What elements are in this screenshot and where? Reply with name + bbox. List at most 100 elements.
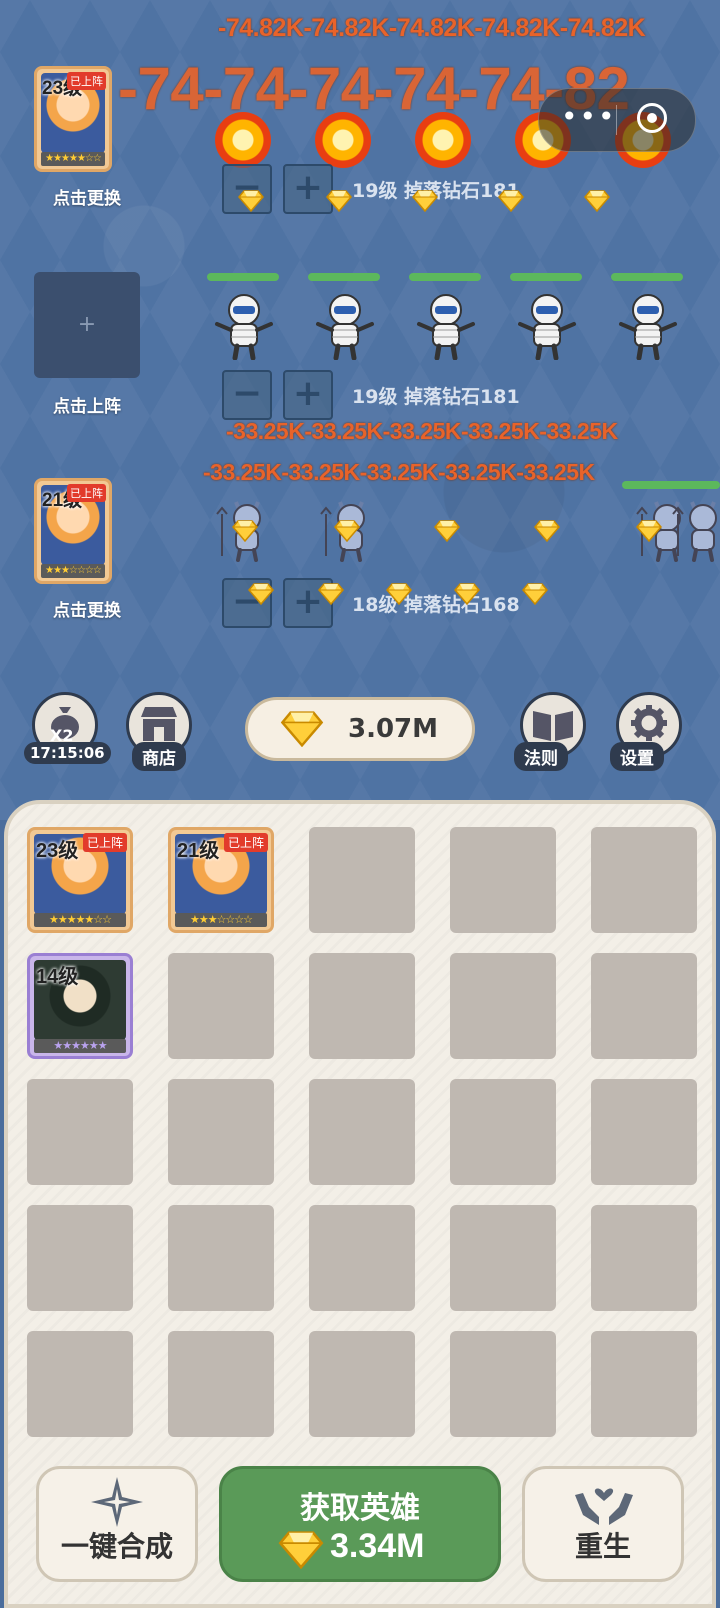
inventory-slot[interactable] (450, 953, 556, 1059)
inventory-slot[interactable] (309, 953, 415, 1059)
diamond-icon (326, 190, 352, 212)
hero-level: 23级 (36, 840, 79, 862)
diamond-icon (232, 520, 258, 542)
fire-effect (215, 112, 271, 168)
hero-stars: ★★★☆☆☆☆ (41, 564, 105, 578)
inventory-slot[interactable] (591, 827, 697, 933)
fire-effect (315, 112, 371, 168)
inventory-slot[interactable] (591, 953, 697, 1059)
hero-level: 21级 (177, 840, 220, 862)
mummy-enemy (613, 290, 683, 360)
hero-stars: ★★★☆☆☆☆ (175, 913, 267, 927)
enemy-hp-bar (207, 273, 279, 281)
diamond-icon (248, 583, 274, 605)
diamond-icon (386, 583, 412, 605)
mummy-enemy (512, 290, 582, 360)
inventory-slot[interactable] (168, 1079, 274, 1185)
gem-amount: 3.07M (348, 714, 439, 744)
get-hero-cost: 3.34M (330, 1527, 425, 1565)
enemy-hp-bar (510, 273, 582, 281)
deployed-tag: 已上阵 (82, 833, 127, 852)
lane-info: 19级 掉落钻石181 (352, 386, 520, 408)
enemy-hp-bar (409, 273, 481, 281)
inventory-slot[interactable] (309, 1205, 415, 1311)
inventory-slot[interactable] (27, 1205, 133, 1311)
hero-stars: ★★★★★☆☆ (34, 913, 126, 927)
inventory-slot[interactable] (309, 1331, 415, 1437)
demon-enemy (668, 494, 720, 564)
inventory-hero-card[interactable]: 21级 已上阵 ★★★☆☆☆☆ (168, 827, 274, 933)
inventory-slot[interactable] (450, 827, 556, 933)
enemy-hp-bar (308, 273, 380, 281)
rebirth-button[interactable]: 重生 (522, 1466, 684, 1582)
damage-numbers-mid: -33.25K-33.25K-33.25K-33.25K-33.25K (203, 459, 595, 485)
diamond-icon (454, 583, 480, 605)
inventory-slot[interactable] (168, 1331, 274, 1437)
inventory-slot[interactable] (309, 827, 415, 933)
empty-hero-slot[interactable]: + (34, 272, 140, 378)
inventory-slot[interactable] (450, 1331, 556, 1437)
change-hero-label[interactable]: 点击更换 (32, 184, 142, 209)
diamond-icon (584, 190, 610, 212)
diamond-icon (636, 520, 662, 542)
shop-icon (141, 707, 177, 741)
inventory-slot[interactable] (309, 1079, 415, 1185)
deployed-tag: 已上阵 (67, 72, 106, 90)
deployed-tag: 已上阵 (223, 833, 268, 852)
mummy-enemy (310, 290, 380, 360)
book-icon (533, 711, 573, 741)
inventory-slot[interactable] (591, 1331, 697, 1437)
inventory-slot[interactable] (168, 1205, 274, 1311)
rules-label[interactable]: 法则 (514, 742, 568, 771)
diamond-icon (278, 1531, 324, 1569)
hero-stars: ★★★★★☆☆ (41, 152, 105, 166)
auto-merge-button[interactable]: 一键合成 (36, 1466, 198, 1582)
inventory-slot[interactable] (591, 1079, 697, 1185)
diamond-icon (412, 190, 438, 212)
mini-program-menu[interactable]: ••• (538, 88, 696, 152)
get-hero-label: 获取英雄 (300, 1491, 420, 1526)
inventory-slot[interactable] (591, 1205, 697, 1311)
inventory-slot[interactable] (27, 1079, 133, 1185)
inventory-slot[interactable] (450, 1079, 556, 1185)
timer-label: 17:15:06 (24, 742, 111, 764)
change-hero-label[interactable]: 点击更换 (32, 596, 142, 621)
fire-effect (415, 112, 471, 168)
hero-slot-1[interactable]: 23级 已上阵 ★★★★★☆☆ (34, 66, 112, 172)
lane-info: 18级 掉落钻石168 (352, 594, 520, 616)
diamond-icon (318, 583, 344, 605)
rebirth-label: 重生 (574, 1530, 631, 1563)
auto-merge-label: 一键合成 (60, 1530, 173, 1563)
shop-label[interactable]: 商店 (132, 742, 186, 771)
inventory-slot[interactable] (450, 1205, 556, 1311)
hero-stars: ★★★★★★ (34, 1039, 126, 1053)
damage-numbers-mid: -33.25K-33.25K-33.25K-33.25K-33.25K (226, 418, 618, 444)
diamond-icon (534, 520, 560, 542)
deploy-hero-label[interactable]: 点击上阵 (32, 392, 142, 417)
mummy-enemy (411, 290, 481, 360)
inventory-slot[interactable] (27, 1331, 133, 1437)
plus-button[interactable]: + (283, 370, 333, 420)
inventory-hero-card[interactable]: 23级 已上阵 ★★★★★☆☆ (27, 827, 133, 933)
diamond-icon (238, 190, 264, 212)
inventory-slot[interactable] (168, 953, 274, 1059)
damage-numbers-top: -74.82K-74.82K-74.82K-74.82K-74.82K (218, 14, 646, 42)
close-circle-icon[interactable] (637, 103, 667, 133)
battle-field: -74.82K-74.82K-74.82K-74.82K-74.82K -74-… (0, 0, 720, 820)
hero-slot-3[interactable]: 21级 已上阵 ★★★☆☆☆☆ (34, 478, 112, 584)
diamond-icon (334, 520, 360, 542)
settings-label[interactable]: 设置 (610, 742, 664, 771)
diamond-icon (434, 520, 460, 542)
divider (616, 105, 617, 135)
gear-icon (631, 705, 667, 741)
gem-balance: 3.07M (245, 697, 475, 761)
minus-button[interactable]: − (222, 370, 272, 420)
hero-level: 14级 (36, 966, 79, 988)
enemy-hp-bar (611, 273, 683, 281)
enemy-hp-bar (622, 481, 720, 489)
more-icon[interactable]: ••• (561, 102, 617, 132)
diamond-icon (522, 583, 548, 605)
deployed-tag: 已上阵 (67, 484, 106, 502)
get-hero-button[interactable]: 获取英雄 3.34M (219, 1466, 501, 1582)
inventory-hero-card[interactable]: 14级 ★★★★★★ (27, 953, 133, 1059)
